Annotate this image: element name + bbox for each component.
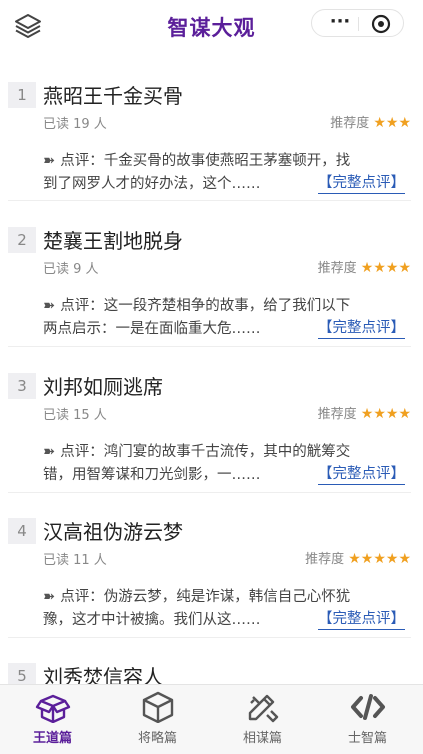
recommendation: 推荐度 ★★★★ [318, 257, 411, 276]
item-number: 2 [8, 227, 36, 253]
more-button[interactable]: ··· [324, 12, 356, 34]
capsule-divider [358, 17, 359, 31]
arrow-icon: ➽ [43, 444, 61, 460]
tab-xiangmou[interactable]: 相谋篇 [210, 685, 315, 754]
tab-shizhi[interactable]: 士智篇 [315, 685, 420, 754]
tab-wangdao[interactable]: 王道篇 [0, 685, 105, 754]
star-rating: ★★★★ [360, 260, 411, 276]
mini-program-capsule: ··· [311, 9, 404, 37]
item-title[interactable]: 燕昭王千金买骨 [43, 80, 183, 109]
item-number: 3 [8, 373, 36, 399]
code-icon [351, 694, 385, 720]
recommendation: 推荐度 ★★★ [330, 112, 411, 131]
tab-jianglue[interactable]: 将略篇 [105, 685, 210, 754]
full-review-link[interactable]: 【完整点评】 [318, 609, 405, 630]
star-rating: ★★★★ [360, 406, 411, 422]
item-number: 4 [8, 518, 36, 544]
recommendation: 推荐度 ★★★★★ [305, 548, 411, 567]
recommendation-label: 推荐度 [317, 407, 357, 422]
list-item[interactable]: 2 楚襄王割地脱身 已读 9 人 推荐度 ★★★★ ➽ 点评：这一段齐楚相争的故… [8, 215, 411, 345]
arrow-icon: ➽ [43, 153, 61, 169]
read-count: 已读 9 人 [43, 262, 99, 277]
arrow-icon: ➽ [43, 298, 61, 314]
full-review-link[interactable]: 【完整点评】 [318, 464, 405, 485]
close-icon[interactable] [370, 13, 392, 35]
list-item[interactable]: 3 刘邦如厕逃席 已读 15 人 推荐度 ★★★★ ➽ 点评：鸿门宴的故事千古流… [8, 361, 411, 491]
arrow-icon: ➽ [43, 589, 61, 605]
top-bar: 智谋大观 ··· [0, 0, 423, 52]
item-title[interactable]: 汉高祖伪游云梦 [43, 516, 183, 545]
read-count: 已读 15 人 [43, 408, 107, 423]
cube-icon [142, 691, 174, 723]
list-item[interactable]: 4 汉高祖伪游云梦 已读 11 人 推荐度 ★★★★★ ➽ 点评：伪游云梦，纯是… [8, 506, 411, 636]
pencil-ruler-icon [248, 694, 279, 723]
item-title[interactable]: 刘邦如厕逃席 [43, 371, 163, 400]
tab-label: 相谋篇 [242, 731, 282, 746]
tab-label: 将略篇 [137, 731, 177, 746]
divider [8, 637, 411, 638]
box-open-icon [35, 694, 71, 723]
recommendation-label: 推荐度 [305, 552, 345, 567]
divider [8, 492, 411, 493]
read-count: 已读 19 人 [43, 117, 107, 132]
read-count: 已读 11 人 [43, 553, 107, 568]
bottom-tab-bar: 王道篇 将略篇 相谋篇 士智篇 [0, 684, 423, 754]
full-review-link[interactable]: 【完整点评】 [318, 173, 405, 194]
item-number: 1 [8, 82, 36, 108]
item-title[interactable]: 楚襄王割地脱身 [43, 225, 183, 254]
divider [8, 346, 411, 347]
tab-label: 士智篇 [347, 731, 387, 746]
recommendation-label: 推荐度 [317, 261, 357, 276]
divider [8, 200, 411, 201]
star-rating: ★★★★★ [348, 551, 411, 567]
recommendation-label: 推荐度 [330, 116, 370, 131]
list-item[interactable]: 1 燕昭王千金买骨 已读 19 人 推荐度 ★★★ ➽ 点评：千金买骨的故事使燕… [8, 70, 411, 200]
recommendation: 推荐度 ★★★★ [318, 403, 411, 422]
tab-label: 王道篇 [32, 731, 72, 746]
full-review-link[interactable]: 【完整点评】 [318, 318, 405, 339]
star-rating: ★★★ [373, 115, 411, 131]
list-item[interactable]: 5 刘秀焚信容人 [8, 651, 411, 689]
